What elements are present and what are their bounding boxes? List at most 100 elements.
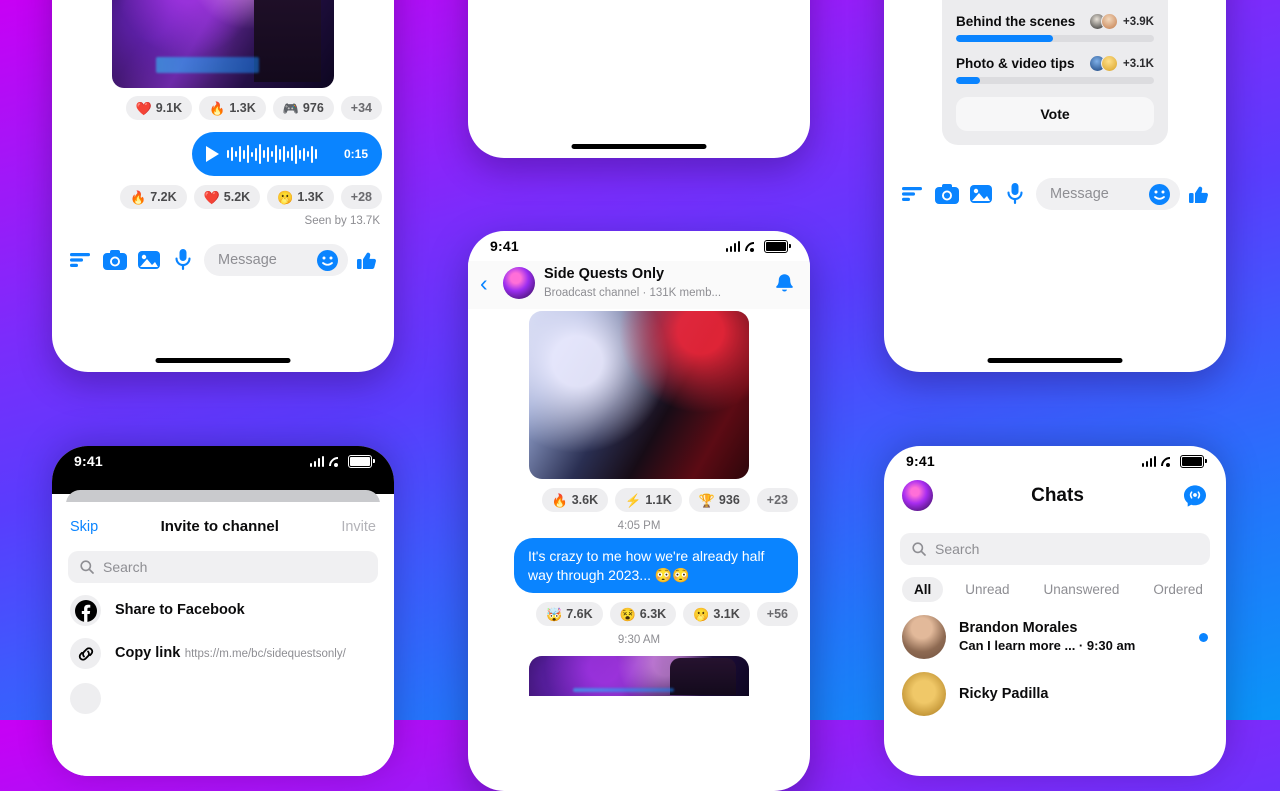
status-time: 9:41 <box>906 453 935 469</box>
channel-photo-next[interactable] <box>529 656 749 697</box>
microphone-icon[interactable] <box>998 177 1032 211</box>
skip-button[interactable]: Skip <box>70 519 98 535</box>
reaction-pill-more[interactable]: +34 <box>340 96 382 120</box>
chat-list-item[interactable]: Ricky Padilla <box>884 659 1226 716</box>
voter-avatars <box>1088 13 1118 30</box>
poll-card: What brings you here? Live updates +6.8K <box>942 0 1168 145</box>
search-icon <box>912 542 926 556</box>
fire-icon: 🔥 <box>130 189 147 205</box>
poll-option-bar <box>956 35 1154 42</box>
status-bar: 9:41 <box>52 446 394 476</box>
share-option-facebook[interactable]: Share to Facebook <box>52 583 394 626</box>
phone-bottom-left-invite: 9:41 Skip Invite to channel Invite Searc… <box>52 446 394 776</box>
reaction-pill[interactable]: 🔥 7.2K <box>120 185 187 209</box>
filter-unread[interactable]: Unread <box>953 577 1021 602</box>
status-bar: 9:41 <box>468 231 810 261</box>
new-broadcast-icon[interactable] <box>1182 483 1208 509</box>
message-bubble[interactable]: It's crazy to me how we're already half … <box>514 538 798 594</box>
channel-avatar[interactable] <box>503 267 535 299</box>
share-option-partial[interactable] <box>52 669 394 714</box>
reaction-pill-more[interactable]: +28 <box>340 185 382 209</box>
channel-name: Side Quests Only <box>544 266 665 282</box>
message-input[interactable]: Message <box>204 244 348 276</box>
back-icon[interactable]: ‹ <box>480 271 494 295</box>
channel-header: ‹ Side Quests Only Broadcast channel · 1… <box>468 261 810 309</box>
share-option-copy-link[interactable]: Copy link https://m.me/bc/sidequestsonly… <box>52 626 394 669</box>
facebook-icon <box>70 595 101 626</box>
wifi-icon <box>745 241 759 252</box>
reaction-pill-more[interactable]: +23 <box>756 488 798 512</box>
search-placeholder: Search <box>103 559 148 575</box>
reaction-pill[interactable]: ❤️ 9.1K <box>125 96 193 120</box>
status-time: 9:41 <box>74 453 103 469</box>
share-option-title: Copy link <box>115 645 181 662</box>
poll-option[interactable]: Behind the scenes +3.9K <box>956 13 1154 42</box>
reaction-pill[interactable]: 🏆 936 <box>688 488 750 512</box>
reaction-pill[interactable]: ⚡ 1.1K <box>615 488 682 512</box>
waveform <box>227 143 336 165</box>
search-input[interactable]: Search <box>900 533 1210 565</box>
camera-icon[interactable] <box>98 243 132 277</box>
menu-lines-icon[interactable] <box>64 243 98 277</box>
composer-bar: Message <box>884 171 1226 217</box>
reaction-pill-more[interactable]: +56 <box>756 602 798 627</box>
play-icon[interactable] <box>206 146 219 162</box>
reaction-pill-row: 🔥 3.6K ⚡ 1.1K 🏆 936 +23 <box>468 488 810 512</box>
thumbs-up-icon[interactable] <box>1184 179 1214 209</box>
fire-icon: 🔥 <box>209 100 226 116</box>
chat-name: Ricky Padilla <box>959 685 1049 702</box>
more-icon <box>70 683 101 714</box>
search-icon <box>80 560 94 574</box>
chat-preview: Can I learn more ... · 9:30 am <box>959 638 1136 654</box>
channel-photo-headset[interactable] <box>529 311 749 479</box>
reaction-pill-row-2: 🤯 7.6K 😵 6.3K 🫢 3.1K +56 <box>468 602 810 627</box>
poll-option[interactable]: Photo & video tips +3.1K <box>956 55 1154 84</box>
reaction-pill[interactable]: 🫢 3.1K <box>683 602 750 627</box>
trophy-icon: 🏆 <box>698 492 715 508</box>
channel-photo-gaming[interactable] <box>112 0 334 88</box>
reaction-pill[interactable]: 🤯 7.6K <box>536 602 603 627</box>
battery-icon <box>1180 454 1207 468</box>
image-icon[interactable] <box>132 243 166 277</box>
voice-message-bubble[interactable]: 0:15 <box>192 132 382 176</box>
phone-top-center: ❤️9.1K 🔥1.3K 🎮976 +34 Seen by 17.2K <box>468 0 810 158</box>
camera-icon[interactable] <box>930 177 964 211</box>
filter-ordered[interactable]: Ordered <box>1141 577 1215 602</box>
reaction-pill-row-bottom: 🔥 7.2K ❤️ 5.2K 🫢 1.3K +28 <box>52 185 394 209</box>
share-option-url: https://m.me/bc/sidequestsonly/ <box>184 648 346 661</box>
reaction-pill[interactable]: 😵 6.3K <box>609 602 677 627</box>
invite-button[interactable]: Invite <box>341 519 376 535</box>
reaction-pill[interactable]: 🎮 976 <box>272 96 334 120</box>
image-icon[interactable] <box>964 177 998 211</box>
search-placeholder: Search <box>935 541 980 557</box>
menu-lines-icon[interactable] <box>896 177 930 211</box>
filter-all[interactable]: All <box>902 577 944 602</box>
microphone-icon[interactable] <box>166 243 200 277</box>
chat-filter-tabs: All Unread Unanswered Ordered <box>884 565 1226 602</box>
fire-icon: 🔥 <box>551 492 568 508</box>
cellular-signal-icon <box>725 240 740 252</box>
bell-icon[interactable] <box>775 273 794 294</box>
phone-center-channel: 9:41 ‹ Side Quests Only Broadcast channe… <box>468 231 810 791</box>
avatar[interactable] <box>902 480 933 511</box>
lightning-icon: ⚡ <box>625 492 642 508</box>
heart-icon: ❤️ <box>203 189 220 205</box>
filter-unanswered[interactable]: Unanswered <box>1032 577 1132 602</box>
chat-list-item[interactable]: Brandon Morales Can I learn more ... · 9… <box>884 602 1226 659</box>
wifi-icon <box>1161 456 1175 467</box>
search-input[interactable]: Search <box>68 551 378 583</box>
message-placeholder: Message <box>1050 186 1109 202</box>
reaction-pill[interactable]: 🔥 3.6K <box>541 488 609 512</box>
reaction-pill[interactable]: ❤️ 5.2K <box>193 185 261 209</box>
vote-button[interactable]: Vote <box>956 97 1154 131</box>
message-input[interactable]: Message <box>1036 178 1180 210</box>
thumbs-up-icon[interactable] <box>352 245 382 275</box>
reaction-pill[interactable]: 🫢 1.3K <box>267 185 334 209</box>
chats-header: Chats <box>884 476 1226 517</box>
emoji-icon[interactable] <box>317 249 338 271</box>
message-timestamp-2: 9:30 AM <box>617 634 661 647</box>
reaction-pill[interactable]: 🔥 1.3K <box>199 96 266 120</box>
screenshot-stage: ❤️ 9.1K 🔥 1.3K 🎮 976 +34 0:15 🔥 7.2K ❤️ 5. <box>0 0 1280 791</box>
battery-icon <box>764 239 791 253</box>
emoji-icon[interactable] <box>1149 183 1170 205</box>
